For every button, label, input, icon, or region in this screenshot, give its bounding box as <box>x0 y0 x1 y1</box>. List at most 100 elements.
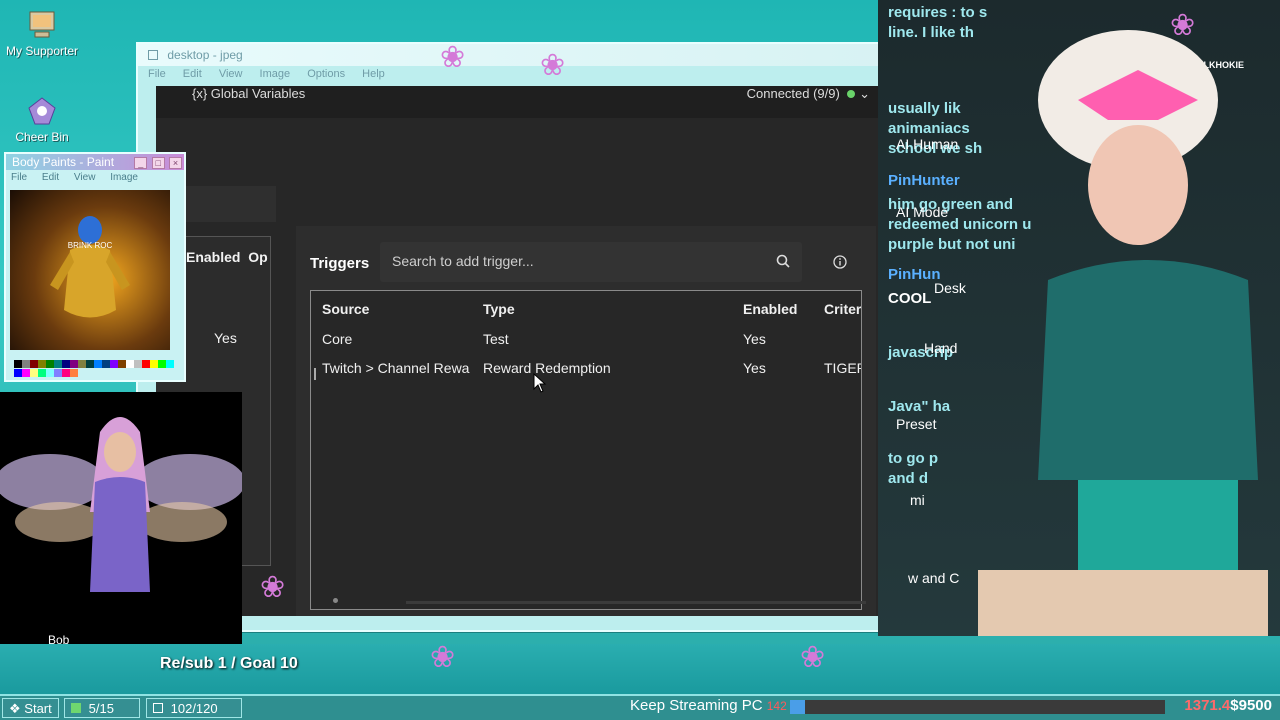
palette-swatch[interactable] <box>94 360 102 368</box>
taskbar-item-follows[interactable]: 5/15 <box>64 698 140 718</box>
overlay-label: mi <box>910 492 925 508</box>
desktop-icon-cheer-bin[interactable]: Cheer Bin <box>0 96 92 144</box>
paint-menu-image[interactable]: Image <box>110 172 138 183</box>
palette-swatch[interactable] <box>126 360 134 368</box>
webcam-right: requires : to s line. I like th usually li… <box>878 0 1280 636</box>
balloon-animal-icon: ❀ <box>800 641 826 674</box>
menu-options[interactable]: Options <box>307 68 345 80</box>
palette-swatch[interactable] <box>14 369 22 377</box>
window-menubar: File Edit View Image Options Help <box>138 66 904 86</box>
connection-status-text: Connected (9/9) <box>746 86 840 101</box>
palette-swatch[interactable] <box>166 360 174 368</box>
window-title: desktop - jpeg <box>167 48 243 62</box>
palette-swatch[interactable] <box>46 369 54 377</box>
performer-image: Bob <box>0 417 245 647</box>
palette-swatch[interactable] <box>86 360 94 368</box>
info-icon[interactable] <box>833 255 847 269</box>
menu-image[interactable]: Image <box>260 68 291 80</box>
window-icon <box>148 50 158 60</box>
palette-swatch[interactable] <box>158 360 166 368</box>
start-label: Start <box>24 701 52 716</box>
table-row[interactable]: Twitch > Channel Reward Reward Redemptio… <box>311 360 861 388</box>
trigger-search-input[interactable] <box>380 242 760 280</box>
horizontal-scrollbar[interactable] <box>406 601 866 604</box>
palette-swatch[interactable] <box>62 360 70 368</box>
column-header-source[interactable]: Source <box>322 301 472 317</box>
palette-swatch[interactable] <box>78 360 86 368</box>
menu-view[interactable]: View <box>219 68 243 80</box>
column-header-enabled[interactable]: Enabled Op <box>186 249 268 265</box>
palette-swatch[interactable] <box>22 360 30 368</box>
desktop-icon-my-supporter[interactable]: My Supporter <box>0 10 92 58</box>
trigger-search[interactable] <box>380 242 802 282</box>
op-header-label: Op <box>248 249 268 265</box>
streamer-bot-app: {x} Global Variables Connected (9/9) ⌄ E… <box>156 86 892 616</box>
chat-message: Java" ha <box>888 398 951 415</box>
maximize-icon[interactable]: □ <box>151 157 165 169</box>
column-header-enabled[interactable]: Enabled <box>743 301 803 317</box>
palette-swatch[interactable] <box>22 369 30 377</box>
color-palette <box>14 360 174 378</box>
cell-type: Reward Redemption <box>483 360 611 376</box>
computer-icon <box>29 11 55 38</box>
overlay-label: Preset <box>896 416 937 432</box>
bits-progress-fill <box>790 700 805 714</box>
palette-swatch[interactable] <box>30 360 38 368</box>
connection-status[interactable]: Connected (9/9) ⌄ <box>747 86 870 102</box>
canvas-text: BRINK ROC <box>68 241 113 250</box>
triggers-panel: Triggers Source Type Enabled Criteria <box>296 226 876 616</box>
balloon-animal-icon: ❀ <box>430 641 456 674</box>
cell-source: Core <box>322 331 353 347</box>
enabled-header-label: Enabled <box>186 249 241 265</box>
donation-goal: $9500 <box>1230 697 1272 714</box>
triggers-table: Source Type Enabled Criteria Core Test Y… <box>310 290 862 610</box>
window-titlebar[interactable]: desktop - jpeg <box>138 44 904 66</box>
global-variables-tab[interactable]: {x} Global Variables <box>192 86 305 101</box>
palette-swatch[interactable] <box>110 360 118 368</box>
paint-menu-file[interactable]: File <box>11 172 27 183</box>
menu-help[interactable]: Help <box>362 68 385 80</box>
paint-titlebar[interactable]: Body Paints - Paint _ □ × <box>6 154 184 170</box>
minimize-icon[interactable]: _ <box>134 157 148 169</box>
palette-swatch[interactable] <box>70 360 78 368</box>
palette-swatch[interactable] <box>54 360 62 368</box>
palette-swatch[interactable] <box>46 360 54 368</box>
palette-swatch[interactable] <box>102 360 110 368</box>
table-row[interactable]: Core Test Yes <box>311 331 861 359</box>
scroll-indicator[interactable] <box>333 598 338 603</box>
taskbar-item-subs[interactable]: 102/120 <box>146 698 242 718</box>
palette-swatch[interactable] <box>62 369 70 377</box>
palette-swatch[interactable] <box>38 360 46 368</box>
enabled-value: Yes <box>214 330 237 346</box>
palette-swatch[interactable] <box>150 360 158 368</box>
palette-swatch[interactable] <box>54 369 62 377</box>
search-icon[interactable] <box>776 254 790 268</box>
paint-menubar: File Edit View Image <box>6 170 184 186</box>
palette-swatch[interactable] <box>134 360 142 368</box>
follower-icon <box>71 703 81 713</box>
chevron-down-icon: ⌄ <box>859 86 870 101</box>
menu-file[interactable]: File <box>148 68 166 80</box>
body-paint-figure-image: BRINK ROC <box>50 216 130 318</box>
desktop-icon-label: My Supporter <box>5 44 79 58</box>
column-header-type[interactable]: Type <box>483 301 683 317</box>
column-header-criteria[interactable]: Criteria <box>824 301 861 317</box>
chat-message: PinHun <box>888 266 941 283</box>
overlay-label: AI Mode <box>896 204 949 220</box>
ticker-bits: 142 <box>766 699 787 713</box>
overlay-label: w and C <box>908 570 960 586</box>
paint-window: Body Paints - Paint _ □ × File Edit View… <box>4 152 186 382</box>
menu-edit[interactable]: Edit <box>183 68 202 80</box>
chat-message: COOL <box>888 290 932 307</box>
palette-swatch[interactable] <box>38 369 46 377</box>
paint-menu-view[interactable]: View <box>74 172 96 183</box>
start-button[interactable]: ❖ Start <box>2 698 59 718</box>
palette-swatch[interactable] <box>14 360 22 368</box>
palette-swatch[interactable] <box>118 360 126 368</box>
palette-swatch[interactable] <box>142 360 150 368</box>
overlay-label: AI Human <box>896 136 959 152</box>
paint-menu-edit[interactable]: Edit <box>42 172 59 183</box>
close-icon[interactable]: × <box>169 157 182 169</box>
palette-swatch[interactable] <box>30 369 38 377</box>
palette-swatch[interactable] <box>70 369 78 377</box>
